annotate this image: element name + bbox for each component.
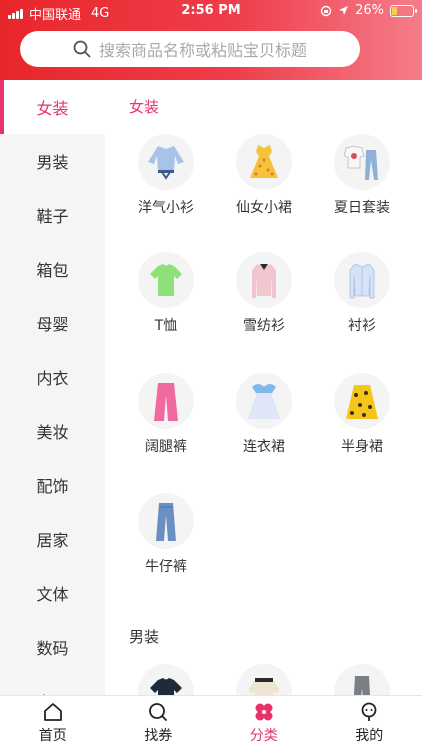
category-item[interactable]: 连衣裙 <box>215 373 313 456</box>
category-item-label: 牛仔裤 <box>145 559 187 575</box>
shirt-icon <box>334 252 390 308</box>
battery-level <box>392 6 397 15</box>
tab-bar: 首页 找券 分类 我的 <box>0 695 422 750</box>
location-arrow-icon <box>339 6 349 15</box>
sidebar-item-label: 女装 <box>36 99 69 118</box>
one-piece-dress-icon <box>236 373 292 429</box>
category-item-label: 洋气小衫 <box>138 200 194 216</box>
header: 中国联通 4G 2:56 PM 26% 搜索商品名称或粘贴宝贝标题 <box>0 0 422 80</box>
search-icon <box>73 40 91 58</box>
tab-label: 我的 <box>355 728 384 744</box>
sidebar-item-label: 男装 <box>36 153 69 172</box>
sidebar-item-accessories[interactable]: 配饰 <box>0 458 105 512</box>
sidebar-item-label: 内衣 <box>36 369 69 388</box>
sidebar-item-label: 箱包 <box>36 261 69 280</box>
sidebar-item-baby[interactable]: 母婴 <box>0 296 105 350</box>
category-sidebar: 女装 男装 鞋子 箱包 母婴 内衣 美妆 配饰 居家 文体 数码 电器 <box>0 80 105 695</box>
tab-find-coupons[interactable]: 找券 <box>106 696 212 750</box>
category-icon <box>255 703 273 721</box>
battery-icon <box>390 4 417 17</box>
sidebar-item-label: 居家 <box>36 531 69 550</box>
coupon-search-icon <box>149 703 168 721</box>
category-item-label: 夏日套装 <box>334 200 390 216</box>
category-item[interactable]: 牛仔裤 <box>117 493 215 576</box>
category-item[interactable]: 阔腿裤 <box>117 373 215 456</box>
mens-sweater-icon <box>236 664 292 695</box>
category-item[interactable] <box>313 664 411 695</box>
screen: 中国联通 4G 2:56 PM 26% 搜索商品名称或粘贴宝贝标题 女装 男装 … <box>0 0 422 750</box>
sidebar-item-home[interactable]: 居家 <box>0 512 105 566</box>
profile-icon <box>361 702 377 721</box>
chiffon-shirt-icon <box>236 252 292 308</box>
search-placeholder: 搜索商品名称或粘贴宝贝标题 <box>98 41 307 60</box>
outfit-icon <box>334 134 390 190</box>
sidebar-item-appliances[interactable]: 电器 <box>0 674 105 695</box>
sidebar-item-beauty[interactable]: 美妆 <box>0 404 105 458</box>
battery-percent: 26% <box>355 3 384 18</box>
status-right: 26% <box>320 3 417 18</box>
wide-pants-icon <box>138 373 194 429</box>
sidebar-item-label: 母婴 <box>36 315 69 334</box>
tab-label: 找券 <box>144 728 173 744</box>
tab-profile[interactable]: 我的 <box>317 696 422 750</box>
category-item-label: 半身裙 <box>341 439 383 455</box>
category-item-label: 雪纺衫 <box>243 318 285 334</box>
sidebar-item-sports[interactable]: 文体 <box>0 566 105 620</box>
category-item[interactable]: 雪纺衫 <box>215 252 313 335</box>
tab-label: 分类 <box>249 728 278 744</box>
sidebar-item-underwear[interactable]: 内衣 <box>0 350 105 404</box>
category-item[interactable]: 半身裙 <box>313 373 411 456</box>
sidebar-item-men[interactable]: 男装 <box>0 134 105 188</box>
tshirt-icon <box>138 252 194 308</box>
sidebar-item-label: 鞋子 <box>36 207 69 226</box>
blouse-icon <box>138 134 194 190</box>
category-item-label: 阔腿裤 <box>145 439 187 455</box>
category-item[interactable]: 衬衫 <box>313 252 411 335</box>
category-item[interactable]: 洋气小衫 <box>117 134 215 217</box>
category-item-label: T恤 <box>154 318 178 334</box>
category-item[interactable]: 仙女小裙 <box>215 134 313 217</box>
category-item[interactable]: T恤 <box>117 252 215 335</box>
sidebar-item-label: 文体 <box>36 585 69 604</box>
category-content: 女装 洋气小衫 仙女小裙 夏日套装 T恤 雪纺衫 衬衫 阔腿裤 连衣裙 半身裙 … <box>105 80 422 695</box>
lock-rotation-icon <box>320 5 332 16</box>
category-item[interactable]: 夏日套装 <box>313 134 411 217</box>
search-bar[interactable]: 搜索商品名称或粘贴宝贝标题 <box>20 31 360 67</box>
sidebar-item-digital[interactable]: 数码 <box>0 620 105 674</box>
category-item[interactable] <box>117 664 215 695</box>
section-title-men: 男装 <box>129 628 160 646</box>
mens-pants-icon <box>334 664 390 695</box>
tab-home[interactable]: 首页 <box>0 696 106 750</box>
sidebar-item-shoes[interactable]: 鞋子 <box>0 188 105 242</box>
section-title-women: 女装 <box>129 98 160 116</box>
sidebar-item-label: 美妆 <box>36 423 69 442</box>
dress-icon <box>236 134 292 190</box>
sidebar-item-women[interactable]: 女装 <box>0 80 105 134</box>
tab-category[interactable]: 分类 <box>211 696 317 750</box>
mens-tshirt-icon <box>138 664 194 695</box>
category-item-label: 连衣裙 <box>243 439 285 455</box>
status-bar: 中国联通 4G 2:56 PM 26% <box>0 0 422 23</box>
sidebar-item-bags[interactable]: 箱包 <box>0 242 105 296</box>
category-item-label: 衬衫 <box>348 318 376 334</box>
skirt-icon <box>334 373 390 429</box>
sidebar-item-label: 数码 <box>36 639 69 658</box>
sidebar-item-label: 配饰 <box>36 477 69 496</box>
tab-label: 首页 <box>38 728 67 744</box>
jeans-icon <box>138 493 194 549</box>
category-item-label: 仙女小裙 <box>236 200 292 216</box>
category-item[interactable] <box>215 664 313 695</box>
home-icon <box>43 703 62 721</box>
